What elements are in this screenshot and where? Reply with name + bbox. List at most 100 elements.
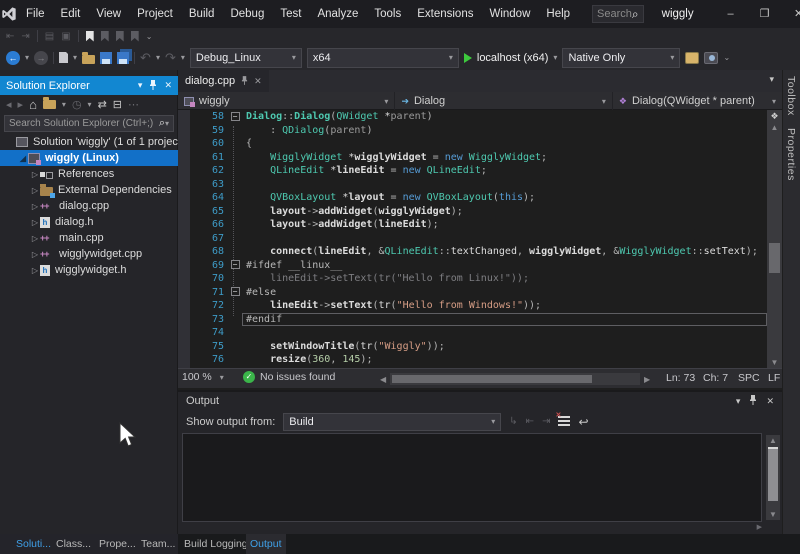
se-search-dropdown-icon[interactable]: ▾ — [165, 119, 169, 128]
nav-type-dropdown[interactable]: ➔ Dialog▾ — [395, 92, 612, 110]
collapse-all-icon[interactable]: ⊟ — [113, 98, 122, 111]
tree-item-dialog-h[interactable]: ▷hdialog.h — [0, 214, 178, 230]
find-in-files-icon[interactable] — [704, 52, 718, 64]
menu-edit[interactable]: Edit — [53, 8, 89, 20]
code-line-60[interactable]: 60{ — [178, 137, 782, 151]
collapsed-expander-icon[interactable]: ▷ — [30, 202, 40, 211]
filter-dropdown-icon[interactable]: ▾ — [88, 100, 92, 109]
output-text-area[interactable] — [182, 433, 762, 522]
tree-item-wiggly-linux[interactable]: ◢wiggly (Linux) — [0, 150, 178, 166]
output-horizontal-scrollbar[interactable]: ▶ — [182, 523, 762, 533]
se-forward-icon[interactable]: ▸ — [18, 98, 24, 111]
toggle-bookmark-icon[interactable] — [86, 31, 94, 42]
bottom-tab-class[interactable]: Class... — [52, 534, 95, 554]
bottom-tab-prope[interactable]: Prope... — [95, 534, 140, 554]
tree-item-external-dependencies[interactable]: ▷External Dependencies — [0, 182, 178, 198]
nav-project-dropdown[interactable]: wiggly▾ — [178, 92, 395, 110]
save-all-button[interactable] — [117, 52, 129, 64]
output-scroll-thumb[interactable] — [768, 447, 778, 501]
tab-pin-icon[interactable] — [241, 76, 248, 87]
clear-bookmarks-icon[interactable] — [131, 31, 139, 42]
save-button[interactable] — [100, 52, 112, 64]
code-line-61[interactable]: 61 WigglyWidget *wigglyWidget = new Wigg… — [178, 151, 782, 165]
editor-horizontal-scrollbar[interactable] — [390, 373, 640, 385]
code-line-72[interactable]: 72 lineEdit->setText(tr("Hello from Wind… — [178, 299, 782, 313]
tab-close-icon[interactable]: ✕ — [254, 76, 262, 87]
tree-item-wigglywidget-h[interactable]: ▷hwigglywidget.h — [0, 262, 178, 278]
debugger-type-dropdown[interactable]: Native Only▾ — [562, 48, 680, 68]
code-line-65[interactable]: 65 layout->addWidget(wigglyWidget); — [178, 205, 782, 219]
editor-vertical-scrollbar[interactable]: ❖ ▲ ▼ — [767, 110, 782, 368]
output-scroll-up-icon[interactable]: ▲ — [766, 436, 780, 445]
tree-item-main-cpp[interactable]: ▷++main.cpp — [0, 230, 178, 246]
tree-item-wigglywidget-cpp[interactable]: ▷++wigglywidget.cpp — [0, 246, 178, 262]
tree-item-references[interactable]: ▷References — [0, 166, 178, 182]
tree-item-solution-wiggly-1-of-1-project[interactable]: Solution 'wiggly' (1 of 1 project) — [0, 134, 178, 150]
bottom-tab-build-logging[interactable]: Build Logging — [180, 534, 252, 554]
code-line-59[interactable]: 59 : QDialog(parent) — [178, 124, 782, 138]
menu-view[interactable]: View — [88, 8, 129, 20]
toggle-word-wrap-icon[interactable]: ↩ — [578, 415, 588, 429]
code-line-74[interactable]: 74 — [178, 326, 782, 340]
code-line-75[interactable]: 75 setWindowTitle(tr("Wiggly")); — [178, 340, 782, 354]
menu-debug[interactable]: Debug — [222, 8, 272, 20]
clear-all-icon[interactable] — [558, 416, 570, 427]
zoom-control[interactable]: 100 % ▾ — [182, 371, 224, 383]
close-button[interactable]: ✕ — [782, 0, 800, 28]
fold-collapse-icon[interactable]: − — [228, 287, 242, 298]
output-position-dropdown-icon[interactable]: ▾ — [736, 396, 741, 407]
previous-message-icon[interactable]: ⇤ — [526, 416, 534, 427]
indent-decrease-icon[interactable]: ⇤ — [6, 31, 14, 42]
run-target-dropdown-icon[interactable]: ▾ — [553, 53, 557, 62]
menu-build[interactable]: Build — [181, 8, 223, 20]
toolbar-overflow-icon[interactable]: ⌄ — [146, 32, 153, 41]
window-position-dropdown-icon[interactable]: ▾ — [138, 80, 143, 91]
autohide-tab-toolbox[interactable]: Toolbox — [783, 70, 799, 122]
code-line-67[interactable]: 67 — [178, 232, 782, 246]
menu-help[interactable]: Help — [538, 8, 578, 20]
collapsed-expander-icon[interactable]: ▷ — [30, 266, 40, 275]
next-message-icon[interactable]: ⇥ — [542, 416, 550, 427]
code-line-68[interactable]: 68 connect(lineEdit, &QLineEdit::textCha… — [178, 245, 782, 259]
undo-button[interactable]: ↶ — [140, 50, 151, 66]
switch-views-dropdown-icon[interactable]: ▾ — [62, 100, 66, 109]
close-panel-icon[interactable]: ✕ — [164, 80, 172, 91]
bottom-tab-soluti[interactable]: Soluti... — [12, 534, 55, 554]
tree-item-dialog-cpp[interactable]: ▷++dialog.cpp — [0, 198, 178, 214]
output-title-bar[interactable]: Output ▾ ✕ — [178, 392, 782, 410]
minimize-button[interactable]: – — [714, 0, 748, 28]
nav-member-dropdown[interactable]: ❖ Dialog(QWidget * parent)▾ — [613, 92, 782, 110]
menu-file[interactable]: File — [18, 8, 53, 20]
se-back-icon[interactable]: ◂ — [6, 98, 12, 111]
solution-explorer-title-bar[interactable]: Solution Explorer ▾ ✕ — [0, 76, 178, 95]
scroll-down-icon[interactable]: ▼ — [767, 358, 782, 367]
code-line-63[interactable]: 63 — [178, 178, 782, 192]
code-line-71[interactable]: 71−#else — [178, 286, 782, 300]
code-line-70[interactable]: 70 lineEdit->setText(tr("Hello from Linu… — [178, 272, 782, 286]
fold-collapse-icon[interactable]: − — [228, 111, 242, 122]
pending-changes-filter-icon[interactable]: ◷ — [72, 98, 82, 111]
open-file-button[interactable] — [82, 55, 95, 64]
menu-test[interactable]: Test — [272, 8, 309, 20]
new-file-button[interactable] — [59, 52, 68, 63]
expanded-expander-icon[interactable]: ◢ — [18, 154, 28, 163]
code-line-66[interactable]: 66 layout->addWidget(lineEdit); — [178, 218, 782, 232]
navigate-forward-button[interactable]: → — [34, 51, 48, 65]
menu-analyze[interactable]: Analyze — [309, 8, 366, 20]
solution-explorer-search-box[interactable]: Search Solution Explorer (Ctrl+;) ⌕ ▾ — [4, 115, 174, 132]
attach-to-process-icon[interactable] — [685, 52, 699, 64]
solution-platform-dropdown[interactable]: x64▾ — [307, 48, 459, 68]
home-icon[interactable]: ⌂ — [29, 97, 37, 112]
collapsed-expander-icon[interactable]: ▷ — [30, 218, 40, 227]
quick-search-box[interactable]: Search ⌕ — [592, 5, 644, 23]
code-editor[interactable]: 58−Dialog::Dialog(QWidget *parent)59 : Q… — [178, 110, 782, 368]
output-pin-icon[interactable] — [749, 395, 757, 407]
menu-extensions[interactable]: Extensions — [409, 8, 481, 20]
pin-icon[interactable] — [149, 80, 157, 92]
hscroll-right-icon[interactable]: ▶ — [644, 375, 650, 384]
restore-button[interactable]: ❐ — [748, 0, 782, 28]
collapsed-expander-icon[interactable]: ▷ — [30, 170, 40, 179]
run-target-label[interactable]: localhost (x64) — [477, 52, 549, 64]
indent-increase-icon[interactable]: ⇥ — [21, 31, 29, 42]
horizontal-scroll-thumb[interactable] — [392, 375, 592, 383]
